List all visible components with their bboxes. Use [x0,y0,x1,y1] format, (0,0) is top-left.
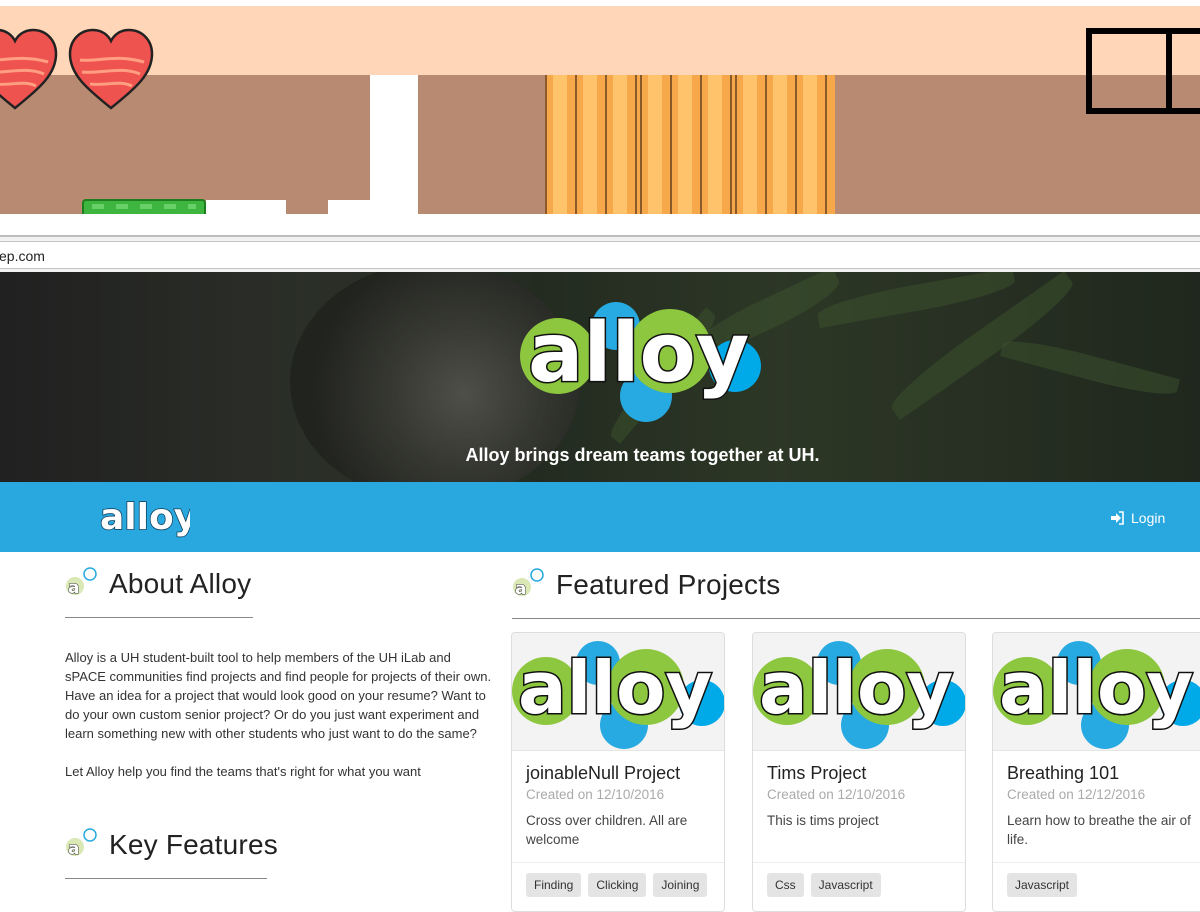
tag[interactable]: Joining [653,873,708,897]
project-date: Created on 12/12/2016 [1007,787,1146,802]
svg-text:a: a [515,579,526,599]
project-date: Created on 12/10/2016 [526,787,665,802]
project-description: Learn how to breathe the air of life. [1007,813,1191,847]
project-image: alloy [512,633,724,751]
alloy-logo: alloy [520,302,761,422]
heart-icon [0,28,58,110]
game-floor-gap [206,200,286,214]
game-canvas [0,0,1200,236]
key-features-title: Key Features [109,829,278,860]
login-link[interactable]: Login [1110,510,1165,526]
project-description: This is tims project [767,813,879,828]
tag[interactable]: Javascript [810,873,881,897]
sign-in-icon [1111,511,1124,525]
project-title[interactable]: Tims Project [767,763,866,784]
project-date: Created on 12/10/2016 [767,787,906,802]
project-description: Cross over children. All are welcome [526,813,688,847]
tag[interactable]: Clicking [588,873,647,897]
alloy-mini-icon: a [66,567,97,599]
game-divider [0,214,1200,236]
svg-text:a: a [68,578,79,598]
navbar-logo[interactable]: alloy [100,496,190,538]
about-paragraph: Let Alloy help you find the teams that's… [65,764,421,779]
about-text: Alloy is a UH student-built tool to help… [65,648,495,800]
navbar: alloy Login [0,482,1200,552]
tag[interactable]: Finding [526,873,582,897]
alloy-mini-icon: a [66,828,97,860]
tag[interactable]: Css [767,873,804,897]
login-label: Login [1131,510,1166,526]
game-window [1086,28,1200,114]
svg-text:a: a [68,839,79,859]
game-curtain [640,75,740,214]
about-paragraph: Alloy is a UH student-built tool to help… [65,650,492,741]
svg-text:alloy: alloy [528,306,749,401]
project-tags: Finding Clicking Joining [526,873,708,897]
svg-text:alloy: alloy [999,646,1193,730]
divider [65,878,267,879]
hero-tagline: Alloy brings dream teams together at UH. [465,445,820,465]
about-title: About Alloy [109,568,252,599]
project-title[interactable]: Breathing 101 [1007,763,1119,784]
svg-text:alloy: alloy [100,497,190,538]
url-field[interactable]: ep.com [0,241,1200,269]
project-tags: Javascript [1007,873,1078,897]
project-card[interactable]: alloy Tims Project Created on 12/10/2016… [752,632,966,912]
alloy-mini-icon: a [513,568,544,600]
key-features-heading: a Key Features [65,827,278,861]
featured-heading: a Featured Projects [512,567,780,601]
project-tags: Css Javascript [767,873,881,897]
project-card[interactable]: alloy Breathing 101 Created on 12/12/201… [992,632,1200,912]
game-green-platform [82,199,206,214]
project-card[interactable]: alloy joinableNull Project Created on 12… [511,632,725,912]
hero-banner: alloy Alloy brings dream teams together … [0,272,1200,482]
about-heading: a About Alloy [65,566,251,600]
svg-text:alloy: alloy [759,646,953,730]
project-image: alloy [753,633,965,751]
heart-icon [68,28,154,110]
featured-title: Featured Projects [556,569,781,600]
game-sky [0,6,1200,75]
game-curtain [735,75,835,214]
tag[interactable]: Javascript [1007,873,1078,897]
game-pillar [370,75,418,214]
project-title[interactable]: joinableNull Project [526,763,680,784]
browser-address-bar: ep.com [0,236,1200,272]
divider [512,618,1200,619]
game-floor-gap [328,200,370,214]
game-curtain [545,75,645,214]
url-text: ep.com [0,248,45,264]
divider [65,617,253,618]
svg-text:alloy: alloy [518,646,712,730]
project-image: alloy [993,633,1200,751]
